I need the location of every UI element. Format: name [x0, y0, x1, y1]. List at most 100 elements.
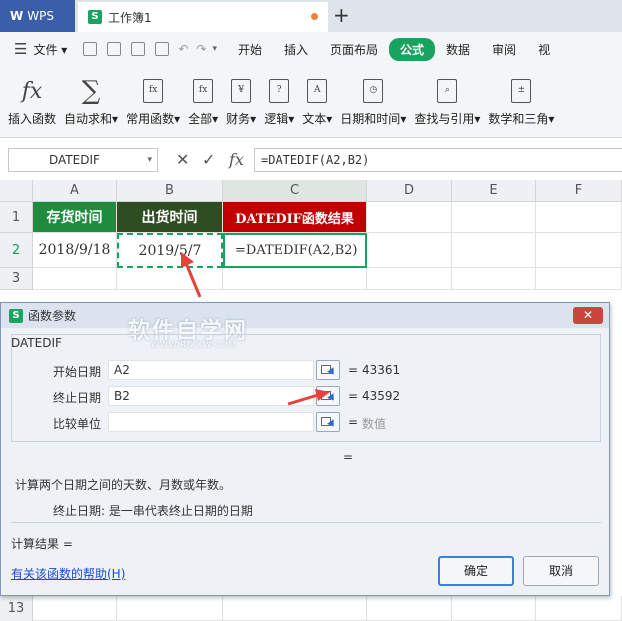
cell-b13[interactable] [117, 596, 223, 621]
title-bar: W WPS S 工作簿1 + [0, 0, 622, 32]
cell-c2[interactable]: =DATEDIF(A2,B2) [223, 233, 367, 268]
text-button[interactable]: A 文本▾ [302, 66, 332, 127]
cell-b3[interactable] [117, 268, 223, 290]
cell-e2[interactable] [452, 233, 536, 268]
parameter-description: 终止日期: 是一串代表终止日期的日期 [53, 504, 253, 518]
cell-d2[interactable] [367, 233, 452, 268]
menu-bar: ☰ 文件 ▾ ↶ ↷ ▾ 开始 插入 页面布局 公式 数据 审阅 视 [0, 32, 622, 66]
logical-button[interactable]: ? 逻辑▾ [264, 66, 294, 127]
ribbon-label: 自动求和▾ [64, 112, 119, 126]
math-trig-button[interactable]: ± 数学和三角▾ [488, 66, 554, 127]
arg-equals: = [348, 389, 359, 403]
cell-d3[interactable] [367, 268, 452, 290]
ref-select-button-unit[interactable] [316, 412, 340, 432]
cell-a1[interactable]: 存货时间 [33, 202, 117, 233]
cell-c13[interactable] [223, 596, 367, 621]
arg-result-unit: 数值 [362, 417, 387, 431]
tab-view[interactable]: 视 [527, 41, 561, 58]
tab-review[interactable]: 审阅 [481, 41, 527, 58]
arg-input-start-date[interactable]: A2 [108, 360, 314, 380]
row-header-1[interactable]: 1 [0, 202, 33, 233]
ok-button[interactable]: 确定 [438, 556, 514, 586]
wps-home-tab[interactable]: W WPS [0, 0, 75, 32]
fx-icon: fx [21, 78, 43, 104]
cell-b1[interactable]: 出货时间 [117, 202, 223, 233]
column-header-a[interactable]: A [33, 180, 117, 202]
tab-insert[interactable]: 插入 [273, 41, 319, 58]
select-all-corner[interactable] [0, 180, 33, 202]
ribbon-label: 全部▾ [188, 112, 219, 126]
column-header-c[interactable]: C [223, 180, 367, 202]
common-functions-button[interactable]: fx 常用函数▾ [126, 66, 180, 127]
formula-input[interactable]: =DATEDIF(A2,B2) [254, 148, 622, 172]
cancel-button[interactable]: 取消 [523, 556, 599, 586]
cell-e3[interactable] [452, 268, 536, 290]
column-header-e[interactable]: E [452, 180, 536, 202]
all-functions-button[interactable]: fx 全部▾ [188, 66, 218, 127]
star-function-icon: fx [139, 76, 167, 106]
function-arguments-dialog: S 函数参数 ✕ 软件自学网 WWW.RJZXW.COM DATEDIF 开始日… [0, 302, 610, 596]
tab-home[interactable]: 开始 [227, 41, 273, 58]
print-icon[interactable] [131, 42, 146, 56]
lookup-button[interactable]: ⌕ 查找与引用▾ [414, 66, 480, 127]
help-link[interactable]: 有关该函数的帮助(H) [11, 565, 125, 582]
autosum-button[interactable]: ∑ 自动求和▾ [64, 66, 118, 127]
cell-e1[interactable] [452, 202, 536, 233]
ref-select-button-start-date[interactable] [316, 360, 340, 380]
cell-a2[interactable]: 2018/9/18 [33, 233, 117, 268]
row-header-13[interactable]: 13 [0, 596, 33, 621]
arg-label-unit: 比较单位 [53, 417, 102, 431]
cell-f1[interactable] [536, 202, 622, 233]
quick-access-chevron-icon[interactable]: ▾ [212, 44, 217, 54]
arg-input-unit[interactable] [108, 412, 314, 432]
hamburger-icon[interactable]: ☰ [14, 40, 27, 58]
cell-f2[interactable] [536, 233, 622, 268]
date-time-button[interactable]: ◷ 日期和时间▾ [340, 66, 406, 127]
undo-icon[interactable]: ↶ [178, 42, 188, 56]
row-header-2[interactable]: 2 [0, 233, 33, 268]
file-menu-label: 文件 [33, 42, 58, 57]
cell-f3[interactable] [536, 268, 622, 290]
spreadsheet-icon: S [88, 10, 102, 24]
document-tab-label: 工作簿1 [108, 10, 152, 25]
export-icon[interactable] [107, 42, 122, 56]
chevron-down-icon[interactable]: ▾ [147, 149, 152, 171]
row-header-3[interactable]: 3 [0, 268, 33, 290]
insert-function-button[interactable]: fx 插入函数 [8, 66, 56, 127]
cell-d1[interactable] [367, 202, 452, 233]
cell-d13[interactable] [367, 596, 452, 621]
column-header-f[interactable]: F [536, 180, 622, 202]
save-icon[interactable] [83, 42, 98, 56]
cell-a3[interactable] [33, 268, 117, 290]
cancel-x-icon[interactable]: ✕ [176, 150, 189, 169]
file-menu[interactable]: 文件 ▾ [31, 41, 78, 58]
ref-select-button-end-date[interactable] [316, 386, 340, 406]
cell-c3[interactable] [223, 268, 367, 290]
confirm-check-icon[interactable]: ✓ [202, 150, 215, 169]
formula-bar: DATEDIF ▾ ✕ ✓ fx =DATEDIF(A2,B2) [0, 138, 622, 180]
redo-icon[interactable]: ↷ [196, 42, 206, 56]
column-header-d[interactable]: D [367, 180, 452, 202]
spreadsheet-icon: S [9, 308, 23, 323]
sigma-icon: ∑ [81, 76, 101, 106]
cell-f13[interactable] [536, 596, 622, 621]
tab-page-layout[interactable]: 页面布局 [319, 41, 389, 58]
print-preview-icon[interactable] [155, 42, 170, 56]
document-tab[interactable]: S 工作簿1 [78, 2, 328, 32]
tab-data[interactable]: 数据 [435, 41, 481, 58]
cell-a13[interactable] [33, 596, 117, 621]
arg-result-start-date: 43361 [362, 363, 401, 377]
arg-input-end-date[interactable]: B2 [108, 386, 314, 406]
financial-button[interactable]: ¥ 财务▾ [226, 66, 256, 127]
close-button[interactable]: ✕ [573, 307, 603, 324]
new-tab-button[interactable]: + [333, 3, 350, 27]
column-header-b[interactable]: B [117, 180, 223, 202]
cell-c1[interactable]: DATEDIF函数结果 [223, 202, 367, 233]
fx-icon[interactable]: fx [229, 150, 244, 169]
dialog-title-bar[interactable]: S 函数参数 [1, 303, 609, 328]
name-box[interactable]: DATEDIF ▾ [8, 148, 158, 172]
wps-logo-icon: W [10, 9, 24, 23]
tab-formulas[interactable]: 公式 [389, 37, 436, 61]
cell-b2[interactable]: 2019/5/7 [117, 233, 223, 268]
cell-e13[interactable] [452, 596, 536, 621]
